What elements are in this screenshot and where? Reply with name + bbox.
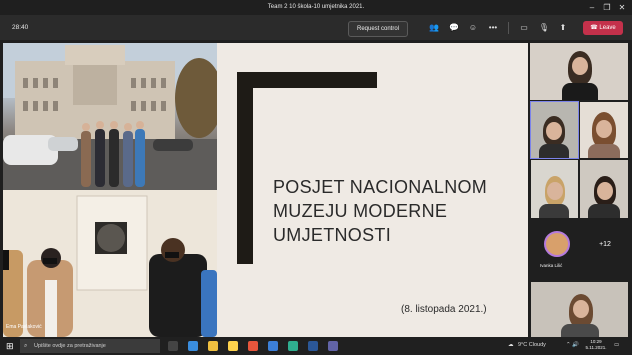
presenter-name-tag: Ema Pavlaković [6,324,42,330]
edge-icon[interactable] [188,341,198,351]
museum-exterior-photo [3,43,217,190]
slide-title: POSJET NACIONALNOM MUZEJU MODERNE UMJETN… [273,177,488,245]
folder-icon[interactable] [228,341,238,351]
close-icon[interactable]: ✕ [616,2,628,13]
more-participants-button[interactable]: +12 [582,222,628,268]
slide-bracket-vertical [237,72,253,264]
participant-avatar[interactable] [544,231,570,257]
chat-icon[interactable]: 💬 [448,22,460,34]
firefox-icon[interactable] [248,341,258,351]
taskbar-date: 5.11.2021. [585,345,607,350]
notification-icon[interactable]: ▭ [614,342,619,348]
people-icon[interactable]: 👥 [428,22,440,34]
weather-label[interactable]: 9°C Cloudy [518,342,546,348]
participant-tile[interactable] [530,43,628,100]
minimize-icon[interactable]: – [586,2,598,13]
slide-bracket-horizontal [237,72,377,88]
participant-tile[interactable] [580,160,628,218]
more-icon[interactable]: ••• [487,22,499,34]
participant-tile[interactable] [580,102,628,158]
task-view-icon[interactable] [168,341,178,351]
search-icon: ⌕ [24,343,28,349]
slide-date: (8. listopada 2021.) [401,304,487,315]
request-control-button[interactable]: Request control [348,21,408,37]
taskbar-clock[interactable]: 10:29 5.11.2021. [584,339,608,351]
taskbar-search-placeholder: Upišite ovdje za pretraživanje [34,343,106,349]
windows-taskbar: ⊞ Upišite ovdje za pretraživanje ⌕ ☁ 9°C… [0,337,632,355]
toolbar-divider [508,22,509,34]
presentation-slide: POSJET NACIONALNOM MUZEJU MODERNE UMJETN… [217,43,528,337]
leave-button[interactable]: ☎ Leave [583,21,623,35]
tray-icons[interactable]: ⌃ 🔊 [566,342,579,348]
reactions-icon[interactable]: ☺ [467,22,479,34]
gallery-interior-image [3,190,217,337]
mail-icon[interactable] [268,341,278,351]
meeting-timer: 28:40 [12,24,29,31]
participant-tile[interactable] [530,101,579,159]
file-explorer-icon[interactable] [208,341,218,351]
share-icon[interactable]: ⬆ [557,22,569,34]
participant-avatar-name: Ivanka Lilić [540,263,563,268]
gallery-interior-photo [3,190,217,337]
restore-icon[interactable]: ❐ [601,2,613,13]
word-icon[interactable] [308,341,318,351]
camera-icon[interactable]: ▭ [518,22,530,34]
teams-icon[interactable] [328,341,338,351]
participant-tile[interactable] [531,160,578,218]
chrome-icon[interactable] [288,341,298,351]
meeting-toolbar: 28:40 Request control 👥 💬 ☺ ••• ▭ 🎙 ⬆ ☎ … [0,15,632,40]
participant-tile[interactable] [531,282,628,337]
weather-icon[interactable]: ☁ [508,342,514,348]
mic-off-icon[interactable]: 🎙 [538,22,550,34]
museum-exterior-image [3,43,217,190]
windows-start-icon[interactable]: ⊞ [6,341,16,351]
taskbar-search-box[interactable]: Upišite ovdje za pretraživanje [20,339,160,353]
window-titlebar: Team 2 10 škola-10 umjetnika 2021. – ❐ ✕ [0,0,632,15]
window-title: Team 2 10 škola-10 umjetnika 2021. [267,4,365,10]
leave-label: Leave [599,25,616,31]
